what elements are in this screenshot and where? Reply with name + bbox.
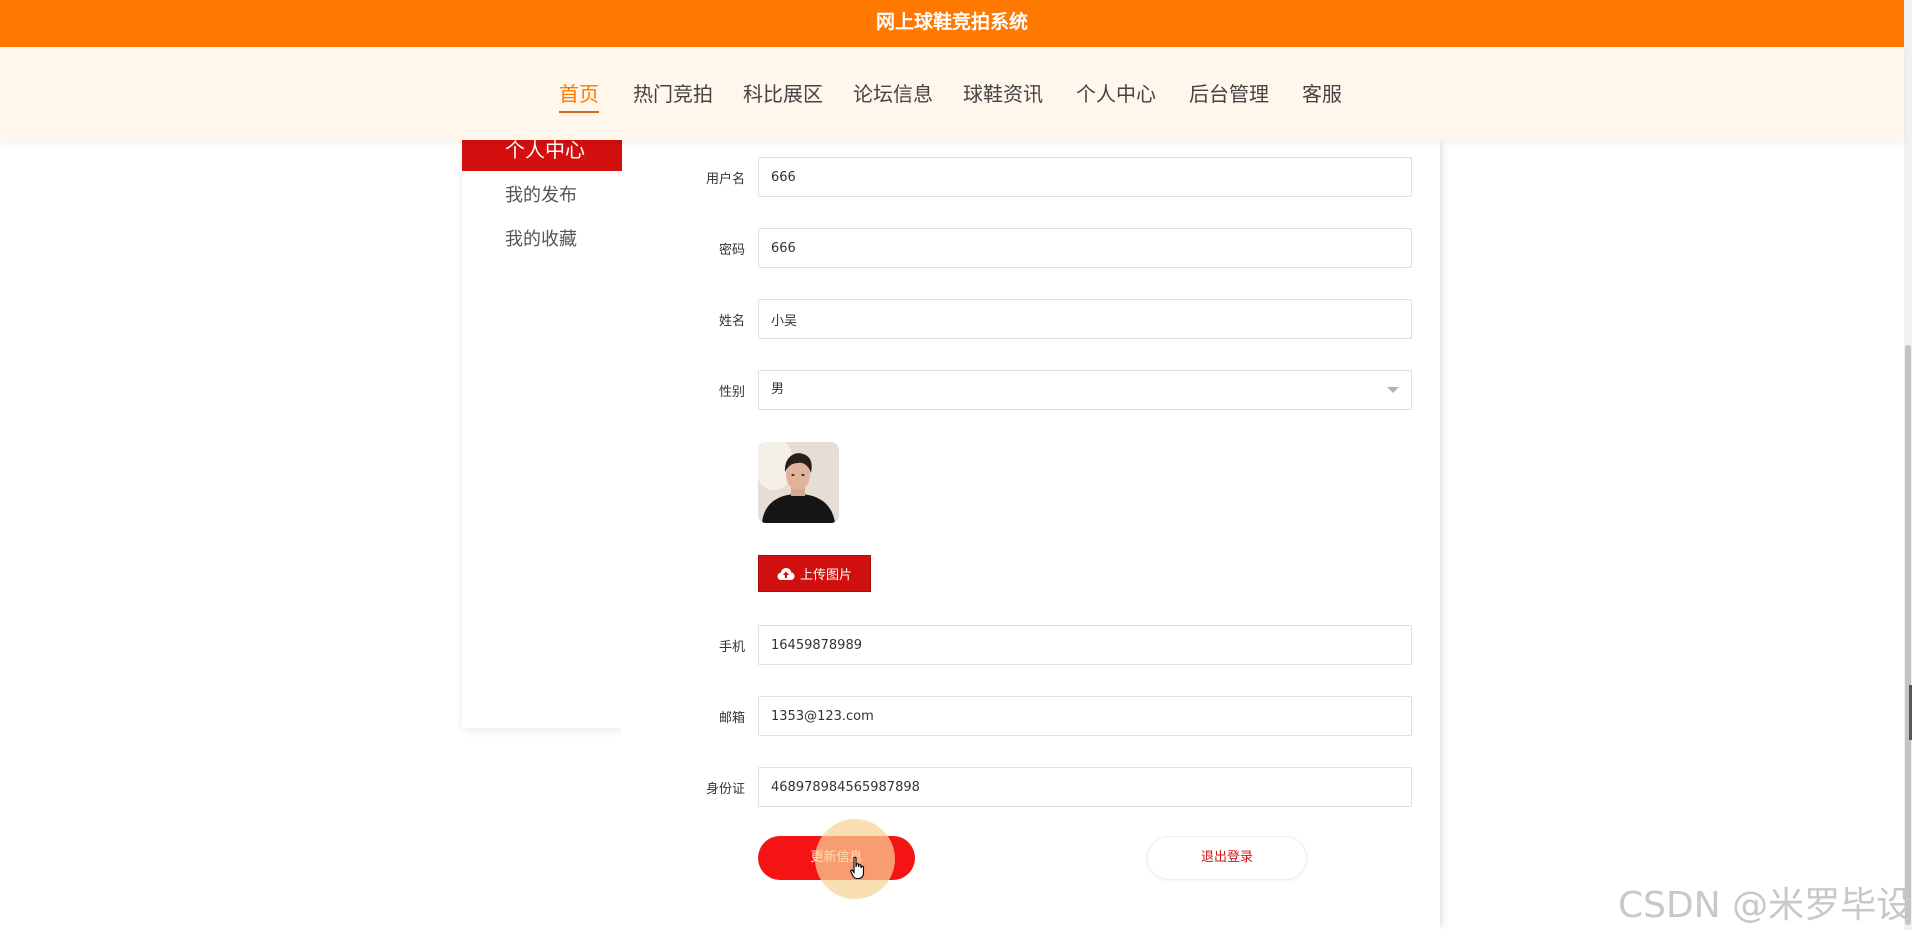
email-input[interactable] (758, 696, 1412, 736)
gender-select[interactable]: 男 (758, 370, 1412, 410)
nav-personal-center[interactable]: 个人中心 (1076, 77, 1156, 111)
nav-forum[interactable]: 论坛信息 (853, 77, 933, 111)
id-card-label: 身份证 (705, 782, 745, 797)
site-title: 网上球鞋竞拍系统 (875, 11, 1028, 33)
chevron-down-icon (1387, 387, 1399, 393)
nav-kobe-zone[interactable]: 科比展区 (743, 77, 823, 111)
main-nav: 首页 热门竞拍 科比展区 论坛信息 球鞋资讯 个人中心 后台管理 客服 (0, 47, 1904, 140)
username-label: 用户名 (705, 172, 745, 187)
username-input[interactable] (758, 157, 1412, 197)
sidebar-item-my-posts[interactable]: 我的发布 (505, 181, 577, 207)
nav-sneaker-news[interactable]: 球鞋资讯 (963, 77, 1043, 111)
watermark-text: CSDN @米罗毕设 (1618, 885, 1912, 926)
nav-home[interactable]: 首页 (559, 77, 599, 113)
name-input[interactable] (758, 299, 1412, 339)
upload-image-button[interactable]: 上传图片 (758, 555, 871, 592)
update-info-button[interactable]: 更新信息 (758, 836, 915, 880)
sidebar-item-personal-center[interactable]: 个人中心 (462, 140, 623, 171)
name-label: 姓名 (718, 314, 745, 329)
gender-selected-value: 男 (771, 382, 785, 397)
top-title-bar: 网上球鞋竞拍系统 (0, 0, 1904, 47)
page-scrollbar-thumb[interactable] (1905, 345, 1911, 925)
gender-label: 性别 (718, 385, 745, 400)
nav-admin[interactable]: 后台管理 (1189, 77, 1269, 111)
avatar-image (758, 442, 839, 523)
nav-hot-auction[interactable]: 热门竞拍 (633, 77, 713, 111)
nav-customer-service[interactable]: 客服 (1302, 77, 1342, 111)
email-label: 邮箱 (718, 711, 745, 726)
phone-input[interactable] (758, 625, 1412, 665)
phone-label: 手机 (718, 640, 745, 655)
cloud-upload-icon (777, 567, 795, 580)
password-input[interactable] (758, 228, 1412, 268)
password-label: 密码 (718, 243, 745, 258)
id-card-input[interactable] (758, 767, 1412, 807)
sidebar-item-my-favorites[interactable]: 我的收藏 (505, 225, 577, 251)
profile-sidebar: 个人中心 我的发布 我的收藏 (462, 140, 623, 728)
upload-button-label: 上传图片 (799, 568, 852, 583)
logout-button[interactable]: 退出登录 (1147, 836, 1307, 880)
